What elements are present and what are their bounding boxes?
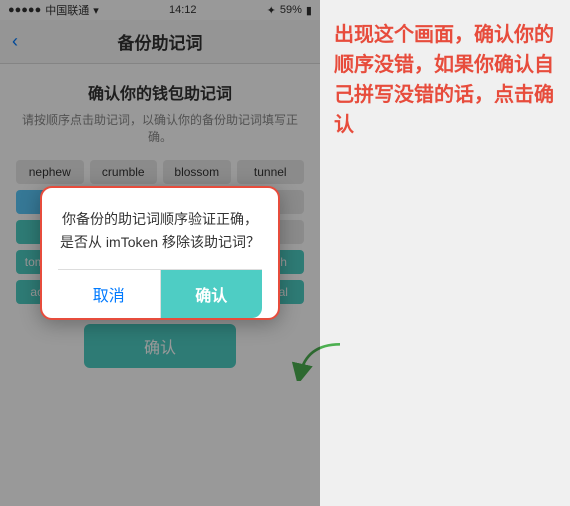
phone-screen: ●●●●● 中国联通 ▾ 14:12 ✦ 59% ▮ ‹ 备份助记词 确认你的钱… [0, 0, 320, 506]
modal-cancel-button[interactable]: 取消 [58, 270, 161, 318]
modal-dialog: 你备份的助记词顺序验证正确，是否从 imToken 移除该助记词？ 取消 确认 [40, 186, 280, 320]
modal-message: 你备份的助记词顺序验证正确，是否从 imToken 移除该助记词？ [58, 208, 262, 253]
modal-buttons: 取消 确认 [58, 269, 262, 318]
annotation-text: 出现这个画面，确认你的顺序没错，如果你确认自己拼写没错的话，点击确认 [334, 20, 556, 140]
modal-confirm-button[interactable]: 确认 [161, 270, 263, 318]
annotation-panel: 出现这个画面，确认你的顺序没错，如果你确认自己拼写没错的话，点击确认 [320, 0, 570, 506]
modal-overlay: 你备份的助记词顺序验证正确，是否从 imToken 移除该助记词？ 取消 确认 [0, 0, 320, 506]
